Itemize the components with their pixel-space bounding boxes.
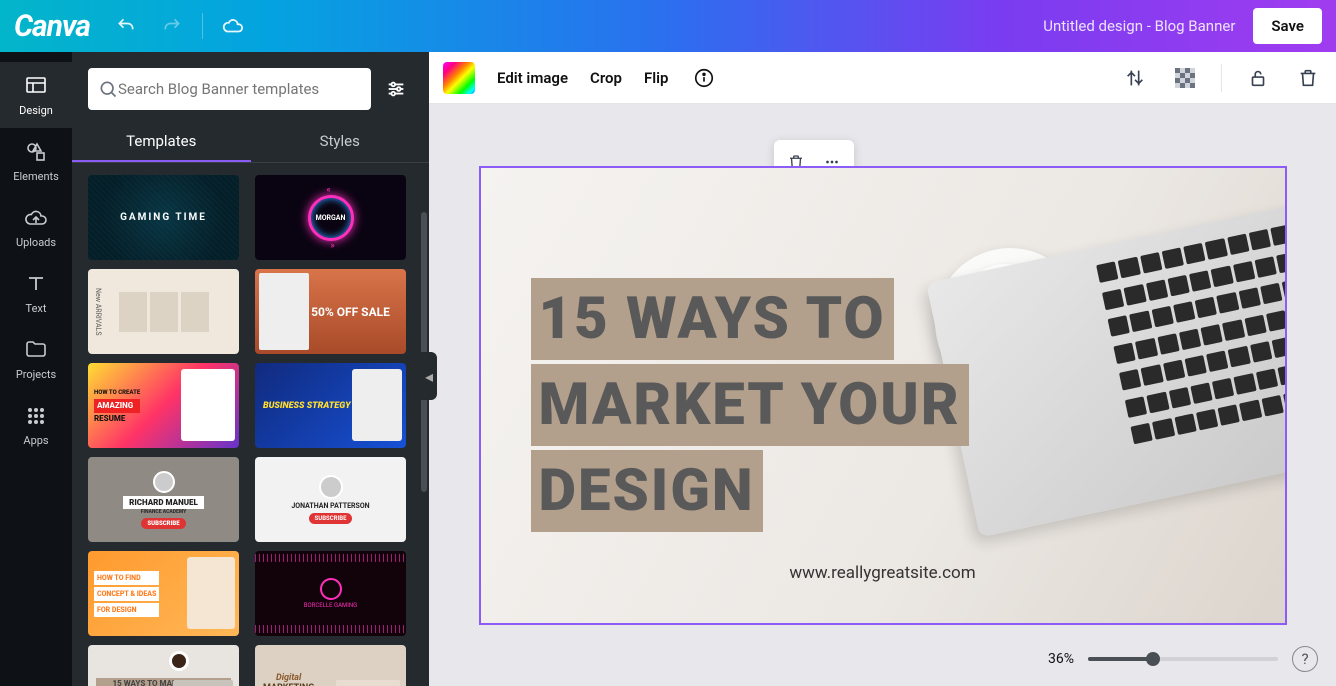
design-icon <box>24 74 48 98</box>
search-input[interactable] <box>118 80 361 98</box>
panel-collapse-handle[interactable]: ◂ <box>421 352 437 400</box>
position-icon[interactable] <box>1121 64 1149 92</box>
info-icon[interactable] <box>690 64 718 92</box>
text-icon <box>24 272 48 296</box>
uploads-icon <box>24 206 48 230</box>
help-button[interactable]: ? <box>1292 646 1318 672</box>
crop-button[interactable]: Crop <box>590 69 622 87</box>
zoom-slider[interactable] <box>1088 657 1278 661</box>
headline-text: 15 WAYS TO MARKET YOUR DESIGN <box>531 278 969 536</box>
template-thumb[interactable]: BUSINESS STRATEGY <box>255 363 406 448</box>
template-thumb[interactable]: RICHARD MANUELFINANCE ACADEMYSUBSCRIBE <box>88 457 239 542</box>
template-grid: GAMING TIME «MORGAN» New ARRIVALS 50% OF… <box>72 163 429 686</box>
url-text: www.reallygreatsite.com <box>481 563 1285 583</box>
undo-button[interactable] <box>110 10 142 42</box>
rail-label: Text <box>26 302 47 315</box>
rail-uploads[interactable]: Uploads <box>0 194 72 260</box>
flip-button[interactable]: Flip <box>644 69 668 87</box>
document-title[interactable]: Untitled design - Blog Banner <box>1043 17 1235 35</box>
cloud-sync-icon[interactable] <box>217 10 249 42</box>
zoom-value: 36% <box>1048 651 1074 667</box>
edit-image-button[interactable]: Edit image <box>497 69 568 87</box>
divider <box>202 13 203 39</box>
logo[interactable]: Canva <box>14 9 90 44</box>
rail-label: Design <box>19 104 53 117</box>
template-thumb[interactable]: 15 WAYS TO MARKET YOUR DESIGN <box>88 645 239 686</box>
rail-elements[interactable]: Elements <box>0 128 72 194</box>
tab-styles[interactable]: Styles <box>251 122 430 162</box>
filter-button[interactable] <box>379 72 413 106</box>
rail-projects[interactable]: Projects <box>0 326 72 392</box>
search-input-wrap[interactable] <box>88 68 371 110</box>
template-thumb[interactable]: HOW TO CREATEAMAZINGRESUME <box>88 363 239 448</box>
delete-icon[interactable] <box>1294 64 1322 92</box>
template-thumb[interactable]: GAMING TIME <box>88 175 239 260</box>
template-thumb[interactable]: JONATHAN PATTERSONSUBSCRIBE <box>255 457 406 542</box>
redo-button[interactable] <box>156 10 188 42</box>
side-panel: Templates Styles GAMING TIME «MORGAN» Ne… <box>72 52 429 686</box>
template-thumb[interactable]: «MORGAN» <box>255 175 406 260</box>
rail-label: Projects <box>16 368 56 381</box>
template-thumb[interactable]: BORCELLE GAMING <box>255 551 406 636</box>
projects-icon <box>24 338 48 362</box>
color-picker[interactable] <box>443 62 475 94</box>
template-thumb[interactable]: New ARRIVALS <box>88 269 239 354</box>
rail-design[interactable]: Design <box>0 62 72 128</box>
search-icon <box>98 79 118 99</box>
rail-apps[interactable]: Apps <box>0 392 72 458</box>
template-thumb[interactable]: HOW TO FINDCONCEPT & IDEASFOR DESIGN <box>88 551 239 636</box>
canvas[interactable]: 15 WAYS TO MARKET YOUR DESIGN www.really… <box>429 104 1336 686</box>
rail-text[interactable]: Text <box>0 260 72 326</box>
context-toolbar: Edit image Crop Flip <box>429 52 1336 104</box>
apps-icon <box>24 404 48 428</box>
tab-templates[interactable]: Templates <box>72 122 251 162</box>
template-thumb[interactable]: 50% OFF SALE <box>255 269 406 354</box>
divider <box>1221 64 1222 92</box>
transparency-icon[interactable] <box>1171 64 1199 92</box>
elements-icon <box>24 140 48 164</box>
tool-rail: Design Elements Uploads Text Projects Ap… <box>0 52 72 686</box>
design-selected[interactable]: 15 WAYS TO MARKET YOUR DESIGN www.really… <box>481 168 1285 623</box>
rail-label: Elements <box>13 170 59 183</box>
save-button[interactable]: Save <box>1253 8 1322 44</box>
rail-label: Uploads <box>16 236 56 249</box>
zoom-controls: 36% ? <box>1048 646 1318 672</box>
lock-icon[interactable] <box>1244 64 1272 92</box>
template-thumb[interactable]: DigitalMARKETINGAGENCY <box>255 645 406 686</box>
rail-label: Apps <box>23 434 48 447</box>
